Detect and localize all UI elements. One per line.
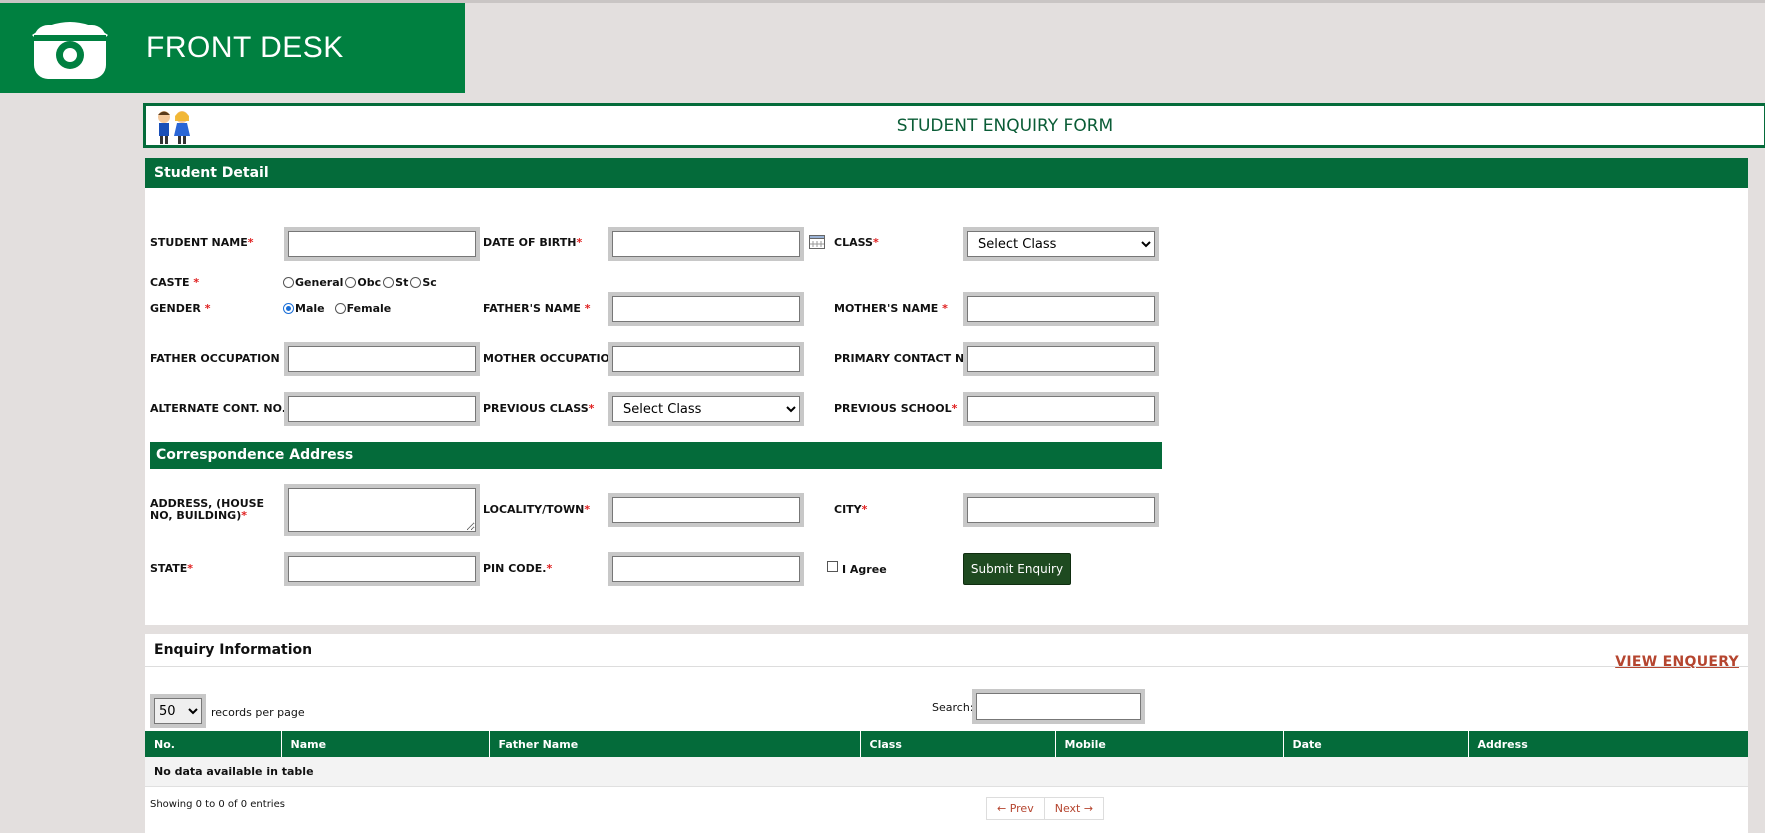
gender-female-option[interactable]: Female	[334, 302, 391, 315]
form-title: STUDENT ENQUIRY FORM	[896, 115, 1114, 136]
form-title-bar: STUDENT ENQUIRY FORM	[143, 103, 1765, 148]
student-detail-header: Student Detail	[145, 158, 1748, 188]
student-name-field[interactable]	[284, 227, 480, 261]
enquiry-info-title: Enquiry Information	[154, 642, 313, 658]
caste-sc-option[interactable]: Sc	[410, 276, 437, 289]
radio-selected-icon[interactable]	[283, 303, 294, 314]
prev-page-button[interactable]: ← Prev	[986, 797, 1045, 820]
city-field[interactable]	[963, 493, 1159, 527]
dob-field[interactable]	[608, 227, 804, 261]
page-title: FRONT DESK	[146, 31, 344, 64]
gender-male-option[interactable]: Male	[283, 302, 325, 315]
search-label: Search:	[932, 701, 974, 714]
father-occupation-field[interactable]	[284, 342, 480, 376]
address-label: ADDRESS, (HOUSE NO, BUILDING)*	[150, 497, 265, 522]
radio-icon[interactable]	[383, 277, 395, 288]
telephone-icon	[32, 22, 108, 79]
caste-radio-group: General Obc St Sc	[283, 276, 439, 289]
city-label: CITY*	[834, 503, 868, 516]
class-label: CLASS*	[834, 236, 879, 249]
front-desk-banner: FRONT DESK	[0, 3, 465, 93]
previous-class-label: PREVIOUS CLASS*	[483, 402, 595, 415]
next-page-button[interactable]: Next →	[1044, 797, 1105, 820]
previous-class-select[interactable]: Select Class	[608, 392, 804, 426]
pagination: ← Prev Next →	[986, 797, 1105, 820]
enquiry-info-panel: Enquiry Information VIEW ENQUERY 50 reco…	[145, 634, 1748, 833]
mother-occupation-label: MOTHER OCCUPATION	[483, 352, 620, 365]
showing-entries-text: Showing 0 to 0 of 0 entries	[150, 799, 285, 810]
pin-code-field[interactable]	[608, 552, 804, 586]
submit-enquiry-button[interactable]: Submit Enquiry	[963, 553, 1071, 585]
radio-icon[interactable]	[283, 277, 294, 288]
gender-radio-group: Male Female	[283, 302, 393, 315]
father-occupation-label: FATHER OCCUPATION	[150, 352, 280, 365]
alternate-contact-field[interactable]	[284, 392, 480, 426]
column-header-no[interactable]: No.	[145, 731, 281, 757]
locality-label: LOCALITY/TOWN*	[483, 503, 591, 516]
agree-checkbox[interactable]	[827, 561, 838, 572]
column-header-date[interactable]: Date	[1282, 731, 1468, 757]
column-header-mobile[interactable]: Mobile	[1054, 731, 1283, 757]
mothers-name-field[interactable]	[963, 292, 1159, 326]
alternate-contact-label: ALTERNATE CONT. NO.*	[150, 402, 292, 415]
primary-contact-field[interactable]	[963, 342, 1159, 376]
class-select[interactable]: Select Class	[963, 227, 1159, 261]
previous-school-label: PREVIOUS SCHOOL*	[834, 402, 958, 415]
column-header-father-name[interactable]: Father Name	[488, 731, 860, 757]
empty-table-message: No data available in table	[145, 757, 1748, 787]
gender-label: GENDER *	[150, 302, 211, 315]
dob-label: DATE OF BIRTH*	[483, 236, 583, 249]
records-per-page-select[interactable]: 50	[150, 694, 206, 728]
caste-st-option[interactable]: St	[383, 276, 408, 289]
fathers-name-field[interactable]	[608, 292, 804, 326]
table-row: No data available in table	[145, 757, 1748, 787]
pin-code-label: PIN CODE.*	[483, 562, 553, 575]
caste-obc-option[interactable]: Obc	[345, 276, 381, 289]
students-cartoon-icon	[158, 111, 190, 144]
locality-field[interactable]	[608, 493, 804, 527]
records-per-page-label: records per page	[211, 706, 305, 719]
radio-icon[interactable]	[410, 277, 422, 288]
view-enquiry-link[interactable]: VIEW ENQUERY	[1615, 654, 1739, 670]
student-name-label: STUDENT NAME*	[150, 236, 254, 249]
enquiry-table: No. Name Father Name Class Mobile Date A…	[145, 731, 1748, 787]
column-header-address[interactable]: Address	[1467, 731, 1748, 757]
state-field[interactable]	[284, 552, 480, 586]
radio-icon[interactable]	[345, 277, 357, 288]
divider	[145, 666, 1748, 667]
column-header-class[interactable]: Class	[859, 731, 1055, 757]
mothers-name-label: MOTHER'S NAME *	[834, 302, 948, 315]
student-detail-panel: Student Detail STUDENT NAME* DATE OF BIR…	[145, 158, 1748, 625]
caste-label: CASTE *	[150, 276, 200, 289]
address-field[interactable]	[284, 484, 480, 536]
agree-label: I Agree	[842, 563, 887, 576]
calendar-icon[interactable]	[809, 235, 825, 249]
radio-icon[interactable]	[334, 303, 346, 314]
correspondence-address-header: Correspondence Address	[150, 442, 1162, 469]
caste-general-option[interactable]: General	[283, 276, 343, 289]
primary-contact-label: PRIMARY CONTACT NO*	[834, 352, 979, 365]
fathers-name-label: FATHER'S NAME *	[483, 302, 591, 315]
previous-school-field[interactable]	[963, 392, 1159, 426]
column-header-name[interactable]: Name	[280, 731, 489, 757]
state-label: STATE*	[150, 562, 194, 575]
mother-occupation-field[interactable]	[608, 342, 804, 376]
search-input[interactable]	[972, 689, 1145, 724]
